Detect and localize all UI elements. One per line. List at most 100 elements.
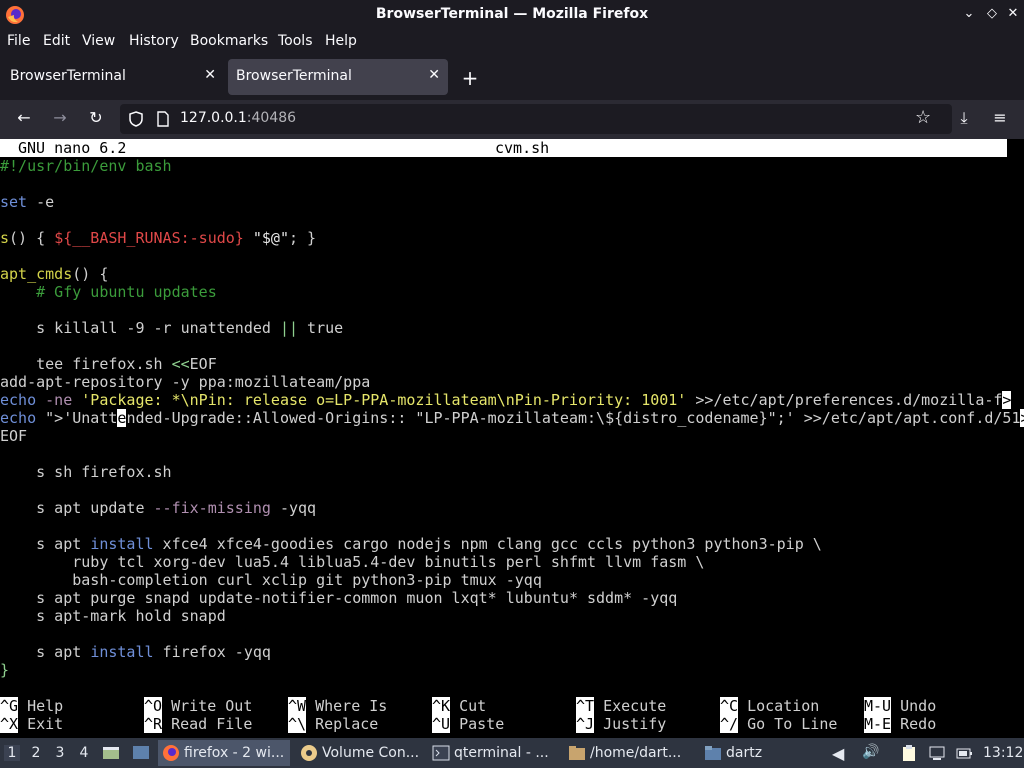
editor-line[interactable]: } [0,661,9,679]
back-icon[interactable]: ← [13,108,35,127]
editor-line[interactable]: s apt-mark hold snapd [0,607,226,625]
shortcut-key: ^G [0,697,19,715]
menu-bookmarks[interactable]: Bookmarks [190,33,268,49]
workspace-4[interactable]: 4 [76,745,92,761]
shortcut-key: ^K [432,697,451,715]
shortcut-justify[interactable]: ^J Justify [576,715,666,733]
editor-line[interactable]: s sh firefox.sh [0,463,171,481]
task-home-folder[interactable]: /home/dart... [564,740,696,766]
clock[interactable]: 13:12 [983,745,1023,761]
shortcut-redo[interactable]: M-E Redo [864,715,936,733]
tray-arrow-icon[interactable]: ◀ [832,744,844,763]
shortcut-write-out[interactable]: ^O Write Out [144,697,252,715]
editor-line[interactable]: apt_cmds() { [0,265,108,283]
new-tab-icon[interactable]: + [460,66,480,90]
url-text[interactable]: 127.0.0.1:40486 [180,110,296,126]
clipboard-icon[interactable] [900,744,918,762]
editor-line[interactable]: echo -ne 'Package: *\nPin: release o=LP-… [0,391,1012,409]
shortcut-go-to-line[interactable]: ^/ Go To Line [720,715,837,733]
shortcut-location[interactable]: ^C Location [720,697,819,715]
maximize-button[interactable]: ◇ [983,6,1001,21]
tab-1[interactable]: BrowserTerminal ✕ [0,59,224,95]
window-title: BrowserTerminal — Mozilla Firefox [375,6,649,22]
tab-1-label: BrowserTerminal [10,68,126,84]
editor-line[interactable]: EOF [0,427,27,445]
close-tab-2-icon[interactable]: ✕ [428,67,440,83]
shield-icon[interactable] [128,111,144,127]
close-tab-1-icon[interactable]: ✕ [204,67,216,83]
url-port: :40486 [246,110,297,126]
menu-edit[interactable]: Edit [43,33,70,49]
editor-line[interactable]: s apt purge snapd update-notifier-common… [0,589,677,607]
taskbar: 1 2 3 4 firefox - 2 wi... Volume Con... … [0,738,1024,768]
workspace-2[interactable]: 2 [28,745,44,761]
task-dartz-folder[interactable]: dartz [700,740,810,766]
editor-line[interactable]: s apt install firefox -yqq [0,643,271,661]
minimize-button[interactable]: ⌄ [960,6,978,21]
editor-line[interactable]: s apt install xfce4 xfce4-goodies cargo … [0,535,822,553]
shortcut-exit[interactable]: ^X Exit [0,715,63,733]
editor-line[interactable]: s() { ${__BASH_RUNAS:-sudo} "$@"; } [0,229,316,247]
shortcut-label: Execute [594,697,667,715]
shortcut-label: Replace [306,715,379,733]
window-titlebar: BrowserTerminal — Mozilla Firefox ⌄ ◇ ✕ [0,0,1024,30]
url-bar[interactable]: 127.0.0.1:40486 ☆ [120,104,952,134]
file-manager-launcher-icon[interactable] [102,744,120,762]
shortcut-key: M-E [864,715,892,733]
editor-line[interactable]: add-apt-repository -y ppa:mozillateam/pp… [0,373,370,391]
editor-line[interactable]: echo ">'Unattended-Upgrade::Allowed-Orig… [0,409,1024,427]
shortcut-help[interactable]: ^G Help [0,697,63,715]
shortcut-replace[interactable]: ^\ Replace [288,715,378,733]
network-icon[interactable] [928,744,946,762]
downloads-icon[interactable]: ⤓ [953,108,975,128]
shortcut-key: ^/ [720,715,739,733]
shortcut-label: Go To Line [738,715,838,733]
menu-bar: File Edit View History Bookmarks Tools H… [0,30,1024,54]
close-window-button[interactable]: ✕ [1004,6,1022,21]
task-firefox[interactable]: firefox - 2 wi... [158,740,290,766]
shortcut-execute[interactable]: ^T Execute [576,697,666,715]
menu-view[interactable]: View [82,33,115,49]
volume-icon[interactable]: 🔊 [862,744,879,760]
editor-line[interactable]: tee firefox.sh <<EOF [0,355,217,373]
nano-version: GNU nano 6.2 [18,139,127,157]
editor-line[interactable]: s apt update --fix-missing -yqq [0,499,316,517]
bookmark-star-icon[interactable]: ☆ [915,107,931,128]
task-qterminal[interactable]: qterminal - ... [428,740,558,766]
menu-help[interactable]: Help [325,33,357,49]
show-desktop-icon[interactable] [132,744,150,762]
menu-history[interactable]: History [129,33,179,49]
editor-line[interactable]: s killall -9 -r unattended || true [0,319,343,337]
nano-editor[interactable]: #!/usr/bin/env bash set -e s() { ${__BASH_… [0,157,1024,679]
hamburger-menu-icon[interactable]: ≡ [989,108,1011,127]
shortcut-cut[interactable]: ^K Cut [432,697,486,715]
shortcut-where-is[interactable]: ^W Where Is [288,697,387,715]
editor-line[interactable]: set -e [0,193,54,211]
shortcut-paste[interactable]: ^U Paste [432,715,504,733]
nano-shortcut-bar: ^G Help ^X Exit ^O Write Out ^R Read File ^W… [0,697,1024,733]
menu-file[interactable]: File [7,33,30,49]
reload-icon[interactable]: ↻ [85,108,107,127]
shortcut-key: ^U [432,715,451,733]
folder-icon [569,746,585,760]
tab-2-active[interactable]: BrowserTerminal ✕ [228,59,448,95]
nano-filename: cvm.sh [495,139,550,157]
shortcut-undo[interactable]: M-U Undo [864,697,936,715]
editor-line[interactable]: ruby tcl xorg-dev lua5.4 liblua5.4-dev b… [0,553,704,571]
menu-tools[interactable]: Tools [278,33,313,49]
editor-line[interactable]: bash-completion curl xclip git python3-p… [0,571,542,589]
shortcut-key: ^C [720,697,739,715]
editor-line[interactable]: #!/usr/bin/env bash [0,157,172,175]
shortcut-key: ^R [144,715,163,733]
workspace-1[interactable]: 1 [4,745,20,761]
page-icon [157,111,169,127]
forward-icon[interactable]: → [49,108,71,127]
shortcut-read-file[interactable]: ^R Read File [144,715,252,733]
nano-header: GNU nano 6.2 cvm.sh [0,139,1007,157]
task-volume-control[interactable]: Volume Con... [296,740,424,766]
shortcut-key: ^T [576,697,595,715]
shortcut-label: Justify [594,715,667,733]
editor-line[interactable]: # Gfy ubuntu updates [0,283,217,301]
workspace-3[interactable]: 3 [52,745,68,761]
battery-icon[interactable] [955,744,973,762]
